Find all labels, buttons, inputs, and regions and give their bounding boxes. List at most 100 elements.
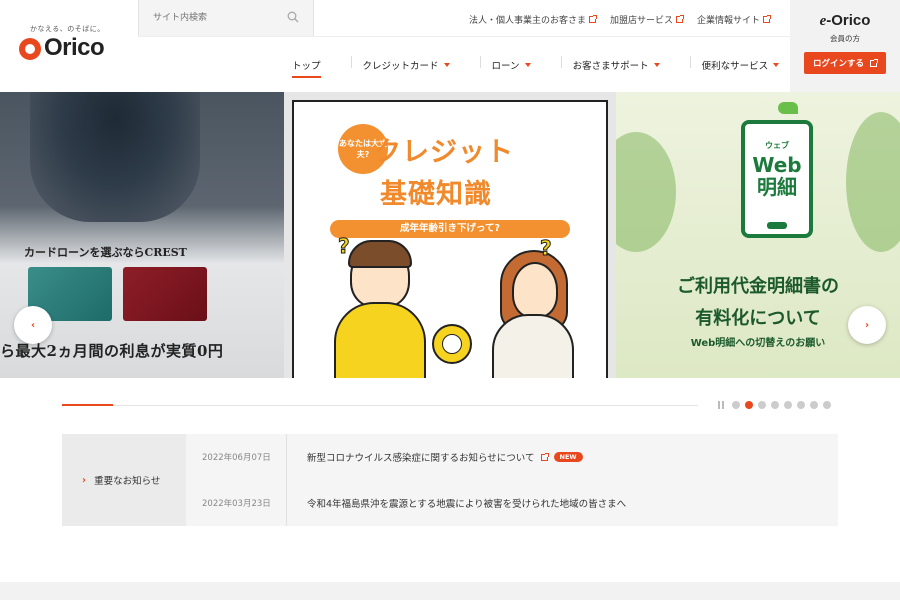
carousel-dot[interactable] [732,401,740,409]
carousel-next-button[interactable]: › [848,306,886,344]
progress-fill [62,404,113,406]
caret-down-icon [653,63,660,67]
girl-body [492,314,574,378]
nav-item-loan[interactable]: ローン [479,52,543,78]
notice-section-label[interactable]: › 重要なお知らせ [62,434,186,526]
brand-tagline: かなえる、のそばに。 [30,25,105,33]
search-icon[interactable] [287,11,299,23]
chevron-right-icon: › [82,474,87,486]
orico-logo-mark-icon [19,38,41,60]
phone-main-label: Web 明細 [745,154,809,198]
sprout-icon [778,102,798,114]
question-mark-icon: ? [338,234,351,259]
phone-sub-label: ウェブ [765,141,789,150]
chevron-left-icon: ‹ [30,319,36,331]
carousel-progress [62,401,838,409]
notice-row: 2022年03月23日 令和4年福島県沖を震源とする地震により被害を受けられた地… [186,480,838,526]
smartphone-icon: ウェブ Web 明細 [741,120,813,238]
caret-down-icon [524,63,531,67]
util-link-merchant[interactable]: 加盟店サービス [609,13,684,26]
notice-row: 2022年06月07日 新型コロナウイルス感染症に関するお知らせについて NEW [186,434,838,480]
external-link-icon [588,15,597,23]
nav-item-services[interactable]: 便利なサービス [689,52,792,78]
nav-item-label: クレジットカード [362,61,439,72]
caret-down-icon [773,63,780,67]
util-link-business[interactable]: 法人・個人事業主のお客さま [468,13,597,26]
slide-title-line2: 基礎知識 [380,179,492,210]
new-badge: NEW [553,452,583,462]
notice-title: 令和4年福島県沖を震源とする地震により被害を受けられた地域の皆さまへ [307,499,627,510]
credit-basics-card: あなたは大丈夫? クレジット 基礎知識 成年年齢引き下げって? ? ? [292,100,608,378]
notice-link[interactable]: 令和4年福島県沖を震源とする地震により被害を受けられた地域の皆さまへ [287,496,626,510]
footer-strip [0,582,900,600]
nav-item-label: お客さまサポート [572,61,649,72]
header-divider [138,36,790,37]
slide-left-line1: カードローンを選ぶならCREST [24,246,187,259]
external-link-icon [870,58,878,67]
search-input[interactable] [153,10,283,26]
tree-decoration [846,112,900,252]
carousel-prev-button[interactable]: ‹ [14,306,52,344]
e-orico-name: -Orico [826,12,871,29]
slide-credit-basics[interactable]: あなたは大丈夫? クレジット 基礎知識 成年年齢引き下げって? ? ? [284,92,616,378]
slide-title-line1: クレジット [374,137,514,168]
nav-item-credit-card[interactable]: クレジットカード [350,52,462,78]
phone-main-line1: Web [752,153,802,177]
carousel-dot[interactable] [758,401,766,409]
util-link-label: 法人・個人事業主のお客さま [468,16,586,26]
site-search [138,0,314,36]
external-link-icon [540,452,549,461]
member-login-box: e-Orico 会員の方 ログインする [790,0,900,92]
orico-logo[interactable]: かなえる、のそばに。 Orico [18,24,128,64]
login-button[interactable]: ログインする [804,52,886,74]
caret-down-icon [443,63,450,67]
util-link-corporate[interactable]: 企業情報サイト [696,13,771,26]
nav-item-label: 便利なサービス [701,61,769,72]
utility-links: 法人・個人事業主のお客さま 加盟店サービス 企業情報サイト [468,13,771,26]
progress-track [62,405,698,406]
notice-link[interactable]: 新型コロナウイルス感染症に関するお知らせについて NEW [287,450,583,464]
carousel-dot[interactable] [771,401,779,409]
site-header: かなえる、のそばに。 Orico 法人・個人事業主のお客さま 加盟店サービス 企… [0,0,900,92]
girl-illustration [512,262,558,318]
slide-right-line1: ご利用代金明細書の [677,276,839,297]
loan-cards-image [28,267,208,322]
nav-item-top[interactable]: トップ [280,52,333,78]
businessman-photo [30,92,200,222]
tree-decoration [616,132,676,252]
chevron-right-icon: › [864,319,870,331]
carousel-dot[interactable] [784,401,792,409]
nav-item-support[interactable]: お客さまサポート [560,52,672,78]
carousel-dot[interactable] [810,401,818,409]
phone-home-button [767,222,787,229]
flower-face [442,334,462,354]
carousel-dot[interactable] [745,401,753,409]
notice-title: 新型コロナウイルス感染症に関するお知らせについて [307,453,535,464]
boy-hair [348,240,412,268]
util-link-label: 加盟店サービス [609,16,673,26]
orico-logo-text: Orico [44,34,105,61]
important-notices: › 重要なお知らせ 2022年06月07日 新型コロナウイルス感染症に関するお知… [62,434,838,526]
question-mark-icon: ? [540,236,553,261]
external-link-icon [763,15,771,23]
login-button-label: ログインする [812,59,864,69]
notice-date: 2022年03月23日 [202,499,271,509]
phone-main-line2: 明細 [757,175,797,199]
external-link-icon [675,15,684,23]
carousel-dot[interactable] [797,401,805,409]
pause-icon[interactable] [718,401,724,409]
notice-date: 2022年06月07日 [202,453,271,463]
boy-body [334,302,426,378]
carousel-dot[interactable] [823,401,831,409]
slide-question: 成年年齢引き下げって? [330,220,570,238]
red-card [123,267,207,321]
util-link-label: 企業情報サイト [696,16,760,26]
carousel-dots [732,401,831,409]
hero-carousel: カードローンを選ぶならCREST ら最大2ヵ月間の利息が実質0円 あなたは大丈夫… [0,92,900,378]
nav-item-label: トップ [292,61,321,72]
notice-label-text: 重要なお知らせ [94,476,161,487]
member-label: 会員の方 [830,34,860,43]
nav-item-label: ローン [491,61,520,72]
e-orico-logo: e-Orico [790,12,900,30]
main-nav: トップ クレジットカード ローン お客さまサポート 便利なサービス [280,52,791,78]
